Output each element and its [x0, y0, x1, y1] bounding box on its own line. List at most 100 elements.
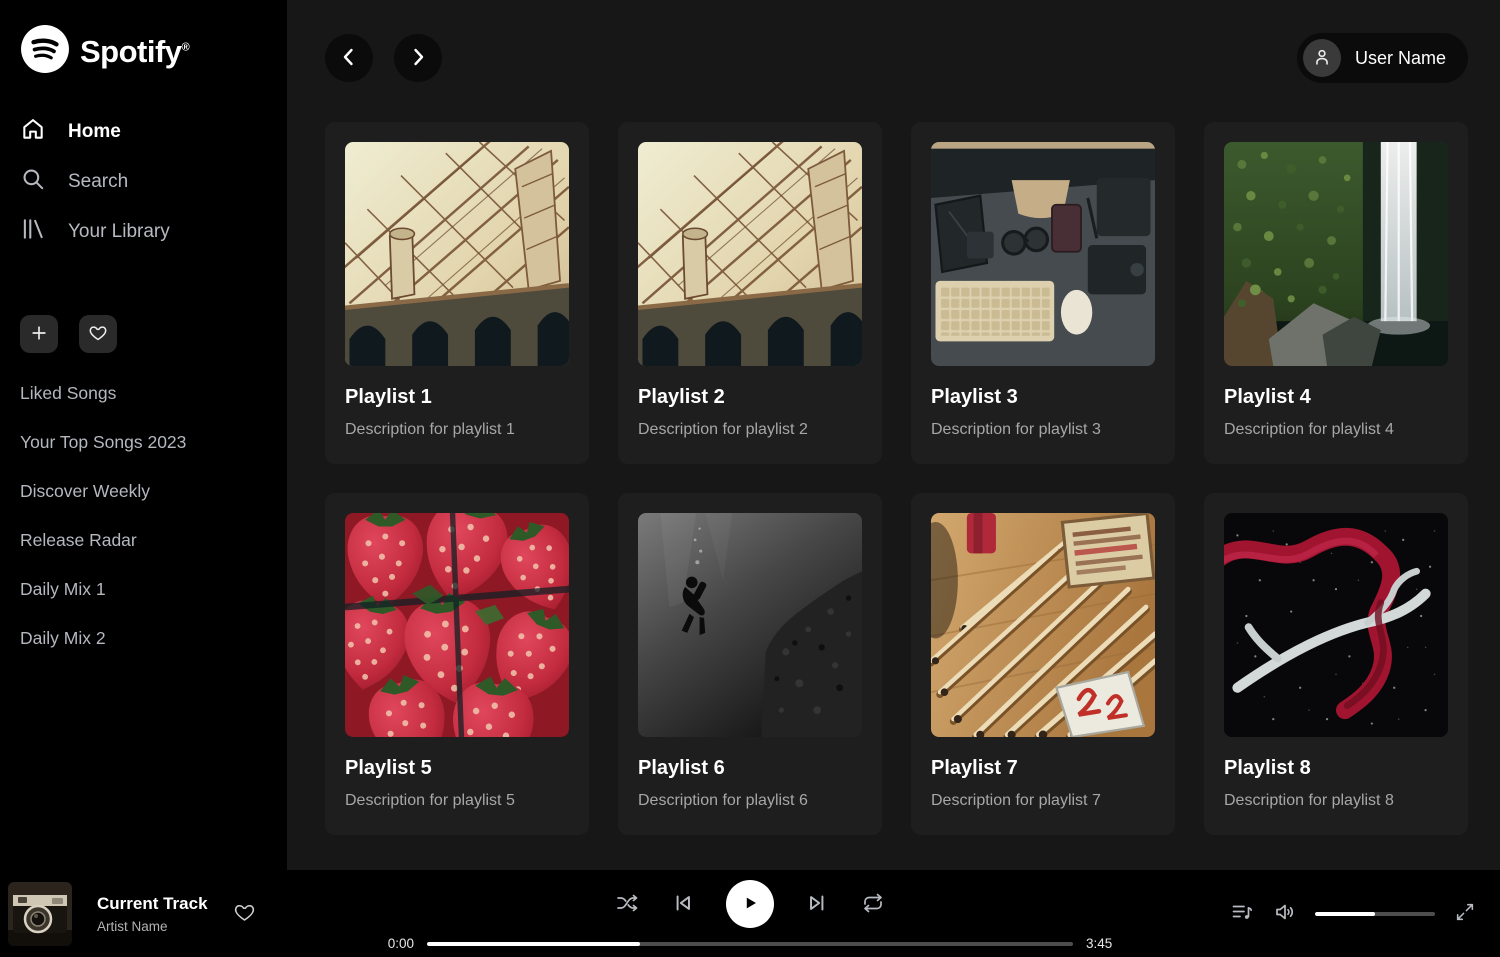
volume-slider[interactable]: [1315, 912, 1435, 916]
play-button[interactable]: [726, 880, 774, 928]
playlist-link-liked-songs[interactable]: Liked Songs: [20, 383, 116, 403]
sidebar-item-label: Your Library: [68, 221, 170, 243]
playlist-card-3[interactable]: Playlist 3 Description for playlist 3: [911, 122, 1175, 464]
next-track-button[interactable]: [804, 891, 830, 917]
fullscreen-button[interactable]: [1452, 901, 1478, 927]
volume-slider-fill: [1315, 912, 1375, 916]
heart-icon: [233, 912, 256, 927]
volume-icon: [1273, 900, 1297, 927]
sidebar-actions: [20, 315, 267, 353]
list-item: Daily Mix 2: [20, 614, 267, 663]
playlist-card-4[interactable]: Playlist 4 Description for playlist 4: [1204, 122, 1468, 464]
playlist-link-release-radar[interactable]: Release Radar: [20, 530, 137, 550]
list-item: Your Top Songs 2023: [20, 418, 267, 467]
playlist-description: Description for playlist 6: [638, 791, 862, 811]
playlist-cover-underwater-diver-photo: [638, 513, 862, 737]
list-item: Discover Weekly: [20, 467, 267, 516]
playlist-title: Playlist 3: [931, 384, 1155, 410]
liked-songs-button[interactable]: [79, 315, 117, 353]
sidebar-item-home[interactable]: Home: [20, 107, 267, 157]
playlist-link-your-top-songs-2023[interactable]: Your Top Songs 2023: [20, 432, 186, 452]
playlist-card-7[interactable]: Playlist 7 Description for playlist 7: [911, 493, 1175, 835]
sidebar: Spotify® Home: [0, 0, 287, 870]
playlist-cover-antler-red-fabric-photo: [1224, 513, 1448, 737]
queue-icon: [1230, 900, 1254, 927]
playlist-link-daily-mix-1[interactable]: Daily Mix 1: [20, 579, 106, 599]
chevron-left-icon: [337, 45, 361, 72]
seek-bar[interactable]: [427, 942, 1073, 946]
playlist-title: Playlist 8: [1224, 755, 1448, 781]
playlist-description: Description for playlist 8: [1224, 791, 1448, 811]
sidebar-playlists: Liked Songs Your Top Songs 2023 Discover…: [20, 369, 267, 663]
player-center: 0:00 3:45: [380, 880, 1120, 951]
seek-bar-fill: [427, 942, 640, 946]
time-elapsed: 0:00: [380, 936, 414, 951]
user-menu-button[interactable]: User Name: [1297, 33, 1468, 83]
playlist-description: Description for playlist 4: [1224, 420, 1448, 440]
playlist-cover-wooden-rulers-photo: [931, 513, 1155, 737]
shuffle-button[interactable]: [614, 891, 640, 917]
playlist-title: Playlist 1: [345, 384, 569, 410]
home-icon: [20, 116, 46, 148]
playlist-description: Description for playlist 2: [638, 420, 862, 440]
playlist-card-1[interactable]: Playlist 1 Description for playlist 1: [325, 122, 589, 464]
playlist-card-8[interactable]: Playlist 8 Description for playlist 8: [1204, 493, 1468, 835]
fullscreen-icon: [1454, 901, 1476, 926]
sidebar-item-label: Home: [68, 121, 121, 143]
now-playing: Current Track Artist Name: [0, 882, 330, 946]
sidebar-item-search[interactable]: Search: [20, 157, 267, 207]
track-info: Current Track Artist Name: [97, 894, 208, 934]
previous-track-button[interactable]: [670, 891, 696, 917]
play-icon: [739, 892, 761, 917]
plus-icon: [29, 323, 49, 346]
spotify-app: Spotify® Home: [0, 0, 1500, 957]
library-icon: [20, 216, 46, 248]
user-icon: [1311, 46, 1333, 71]
player-bar: Current Track Artist Name: [0, 870, 1500, 957]
forward-button[interactable]: [394, 34, 442, 82]
chevron-right-icon: [406, 45, 430, 72]
playlist-description: Description for playlist 5: [345, 791, 569, 811]
time-total: 3:45: [1086, 936, 1120, 951]
playlist-cover-desk-flatlay-photo: [931, 142, 1155, 366]
list-item: Liked Songs: [20, 369, 267, 418]
playlist-description: Description for playlist 3: [931, 420, 1155, 440]
sidebar-nav: Home Search Your L: [20, 107, 267, 257]
progress-row: 0:00 3:45: [380, 936, 1120, 951]
like-track-button[interactable]: [233, 901, 256, 927]
playlist-title: Playlist 7: [931, 755, 1155, 781]
playlist-card-2[interactable]: Playlist 2 Description for playlist 2: [618, 122, 882, 464]
sidebar-item-your-library[interactable]: Your Library: [20, 207, 267, 257]
track-artist: Artist Name: [97, 919, 208, 934]
shuffle-icon: [615, 891, 639, 918]
history-nav: [325, 34, 442, 82]
next-icon: [804, 890, 830, 919]
volume-button[interactable]: [1272, 901, 1298, 927]
previous-icon: [670, 890, 696, 919]
list-item: Release Radar: [20, 516, 267, 565]
create-playlist-button[interactable]: [20, 315, 58, 353]
playlist-title: Playlist 4: [1224, 384, 1448, 410]
queue-button[interactable]: [1229, 901, 1255, 927]
playlist-description: Description for playlist 1: [345, 420, 569, 440]
user-name: User Name: [1355, 48, 1446, 69]
sidebar-item-label: Search: [68, 171, 128, 193]
playlist-card-5[interactable]: Playlist 5 Description for playlist 5: [325, 493, 589, 835]
playlist-card-6[interactable]: Playlist 6 Description for playlist 6: [618, 493, 882, 835]
spotify-logo: Spotify®: [20, 24, 267, 79]
content-header: User Name: [325, 0, 1468, 83]
repeat-icon: [861, 891, 885, 918]
repeat-button[interactable]: [860, 891, 886, 917]
playlist-link-discover-weekly[interactable]: Discover Weekly: [20, 481, 150, 501]
playlist-cover-steel-truss-photo: [345, 142, 569, 366]
playlist-grid: Playlist 1 Description for playlist 1: [325, 122, 1468, 835]
playlist-link-daily-mix-2[interactable]: Daily Mix 2: [20, 628, 106, 648]
player-right-controls: [1229, 901, 1500, 927]
album-art-vintage-camera-photo: [8, 882, 72, 946]
back-button[interactable]: [325, 34, 373, 82]
search-icon: [20, 166, 46, 198]
track-title: Current Track: [97, 894, 208, 914]
avatar: [1303, 39, 1341, 77]
list-item: Daily Mix 1: [20, 565, 267, 614]
playlist-cover-strawberries-photo: [345, 513, 569, 737]
